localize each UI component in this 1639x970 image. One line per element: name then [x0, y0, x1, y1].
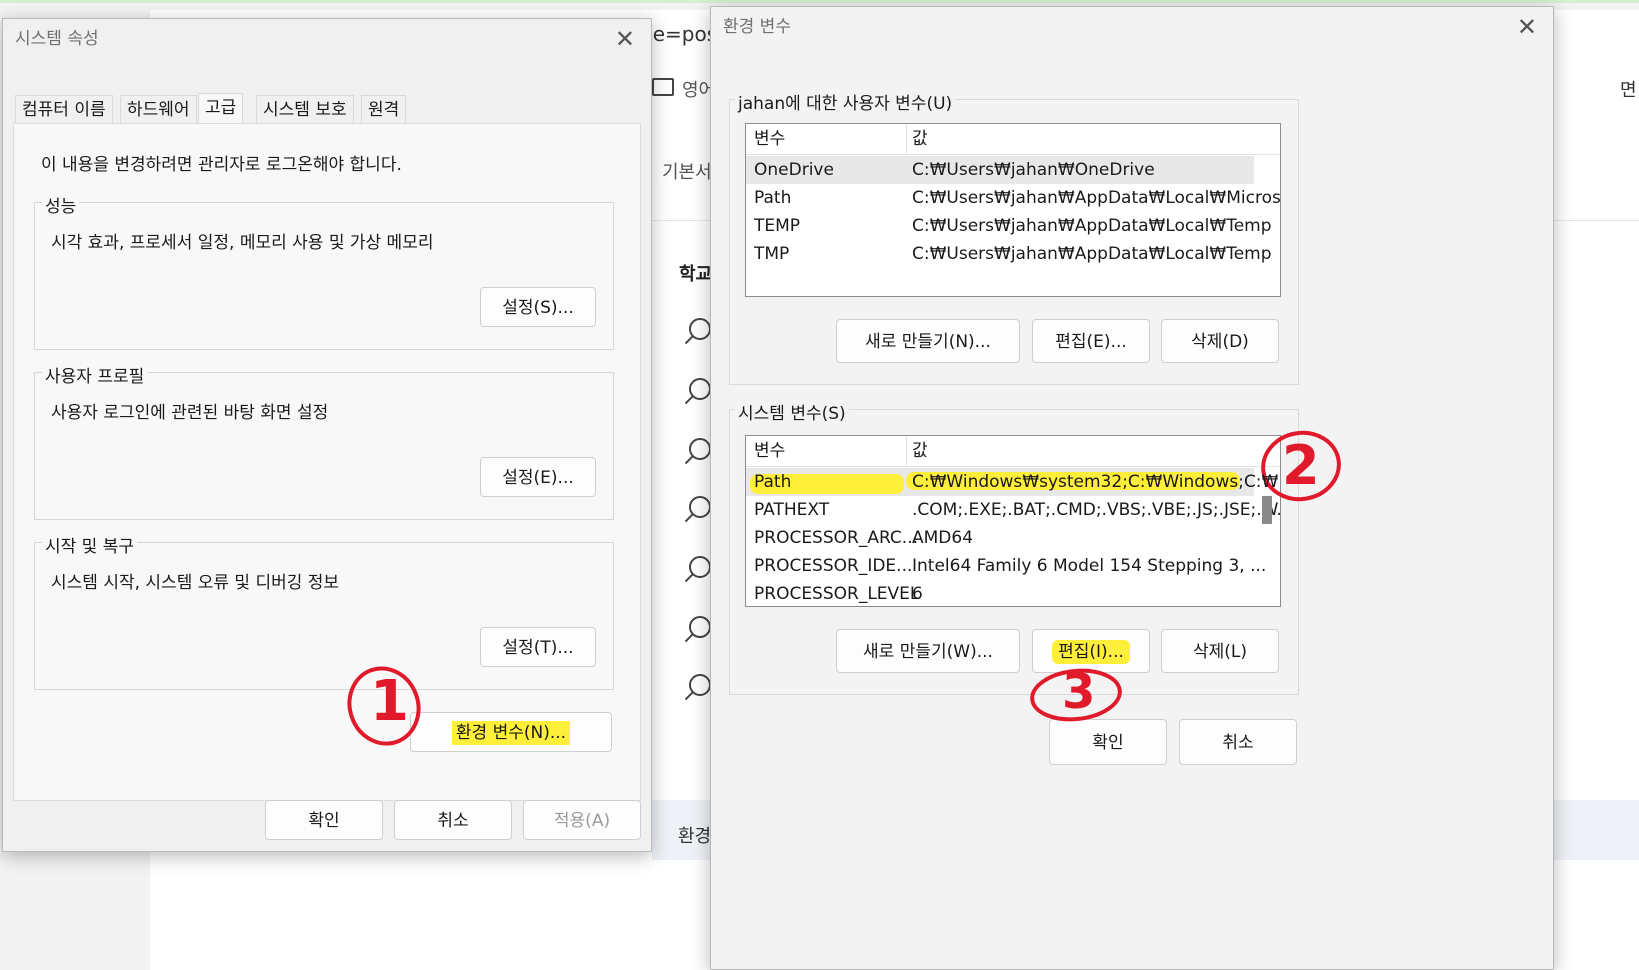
- row-variable: PROCESSOR_LEVEL: [754, 584, 920, 604]
- tab-hardware[interactable]: 하드웨어: [120, 95, 197, 124]
- admin-notice: 이 내용을 변경하려면 관리자로 로그온해야 합니다.: [41, 155, 402, 175]
- column-value[interactable]: 값: [912, 124, 928, 154]
- search-icon[interactable]: [689, 496, 711, 518]
- tab-computer-name[interactable]: 컴퓨터 이름: [15, 95, 113, 124]
- startup-recovery-settings-button[interactable]: 설정(T)...: [480, 627, 596, 667]
- background-row-school: 학교: [679, 264, 713, 285]
- tab-remote[interactable]: 원격: [361, 95, 407, 124]
- user-profiles-settings-button[interactable]: 설정(E)...: [480, 457, 596, 497]
- environment-variables-button[interactable]: 환경 변수(N)...: [410, 712, 612, 752]
- search-icon[interactable]: [689, 438, 711, 460]
- column-value[interactable]: 값: [912, 436, 928, 466]
- tab-system-protection[interactable]: 시스템 보호: [256, 95, 354, 124]
- row-variable: Path: [754, 472, 792, 492]
- table-row[interactable]: Path C:₩Users₩jahan₩AppData₩Local₩Micros…: [746, 184, 1280, 212]
- search-icon[interactable]: [689, 616, 711, 638]
- user-delete-button[interactable]: 삭제(D): [1161, 319, 1279, 363]
- row-variable: Path: [754, 188, 792, 208]
- dialog-title: 시스템 속성: [15, 29, 99, 49]
- system-edit-label: 편집(I)...: [1052, 640, 1130, 664]
- system-properties-dialog: 시스템 속성 ✕ 컴퓨터 이름 하드웨어 고급 시스템 보호 원격 이 내용을 …: [2, 18, 652, 852]
- close-icon[interactable]: ✕: [1517, 13, 1537, 41]
- table-row[interactable]: TMP C:₩Users₩jahan₩AppData₩Local₩Temp: [746, 240, 1272, 268]
- row-value: AMD64: [912, 528, 974, 548]
- close-icon[interactable]: ✕: [615, 25, 635, 53]
- cancel-button[interactable]: 취소: [1179, 719, 1297, 765]
- advanced-tab-pane: 이 내용을 변경하려면 관리자로 로그온해야 합니다. 성능 시각 효과, 프로…: [13, 123, 641, 801]
- user-profiles-label: 사용자 프로필: [42, 362, 148, 387]
- row-value: C:₩Users₩jahan₩AppData₩Local₩Temp: [912, 216, 1272, 236]
- background-bottom-text: 환경: [678, 826, 712, 847]
- user-edit-button[interactable]: 편집(E)...: [1032, 319, 1150, 363]
- search-icon[interactable]: [689, 318, 711, 340]
- ok-button[interactable]: 확인: [265, 800, 383, 840]
- row-value: C:₩Users₩jahan₩AppData₩Local₩Micros...: [912, 188, 1281, 208]
- row-value: Intel64 Family 6 Model 154 Stepping 3, .…: [912, 556, 1267, 576]
- search-icon[interactable]: [689, 378, 711, 400]
- search-icon[interactable]: [689, 674, 711, 696]
- table-row[interactable]: OneDrive C:₩Users₩jahan₩OneDrive: [746, 156, 1254, 184]
- performance-label: 성능: [42, 192, 80, 217]
- system-variables-label: 시스템 변수(S): [735, 399, 849, 424]
- row-variable: PROCESSOR_ARC...: [754, 528, 919, 548]
- table-row[interactable]: PROCESSOR_IDE... Intel64 Family 6 Model …: [746, 552, 1266, 580]
- performance-desc: 시각 효과, 프로세서 일정, 메모리 사용 및 가상 메모리: [51, 233, 434, 253]
- row-value: C:₩Windows₩system32;C:₩Windows;C:₩...: [912, 472, 1281, 492]
- startup-recovery-desc: 시스템 시작, 시스템 오류 및 디버깅 정보: [51, 573, 340, 593]
- apply-button[interactable]: 적용(A): [523, 800, 641, 840]
- row-variable: TEMP: [754, 216, 801, 236]
- search-icon[interactable]: [689, 556, 711, 578]
- column-variable[interactable]: 변수: [754, 436, 785, 466]
- user-profiles-desc: 사용자 로그인에 관련된 바탕 화면 설정: [51, 403, 329, 423]
- user-variables-list[interactable]: 변수 값 OneDrive C:₩Users₩jahan₩OneDrive Pa…: [745, 123, 1281, 297]
- row-variable: OneDrive: [754, 160, 834, 180]
- background-row-basic: 기본서: [662, 162, 712, 183]
- startup-recovery-label: 시작 및 복구: [42, 532, 138, 557]
- system-delete-button[interactable]: 삭제(L): [1161, 629, 1279, 673]
- table-row[interactable]: PROCESSOR_ARC... AMD64: [746, 524, 1254, 552]
- table-row[interactable]: PROCESSOR_LEVEL 6: [746, 580, 1254, 606]
- background-top-accent: [0, 0, 1639, 3]
- table-row[interactable]: PATHEXT .COM;.EXE;.BAT;.CMD;.VBS;.VBE;.J…: [746, 496, 1280, 524]
- background-right-edge-text: 면: [1620, 80, 1637, 101]
- tab-advanced[interactable]: 고급: [198, 93, 244, 124]
- annotation-number-1: 1: [370, 669, 409, 734]
- table-row[interactable]: TEMP C:₩Users₩jahan₩AppData₩Local₩Temp: [746, 212, 1272, 240]
- folder-icon: [652, 78, 674, 96]
- row-value: .COM;.EXE;.BAT;.CMD;.VBS;.VBE;.JS;.JSE;.…: [912, 500, 1281, 520]
- row-variable: PROCESSOR_IDE...: [754, 556, 913, 576]
- column-variable[interactable]: 변수: [754, 124, 785, 154]
- row-variable: PATHEXT: [754, 500, 830, 520]
- environment-variables-dialog: 환경 변수 ✕ jahan에 대한 사용자 변수(U) 변수 값 OneDriv…: [710, 6, 1554, 970]
- row-value: C:₩Users₩jahan₩AppData₩Local₩Temp: [912, 244, 1272, 264]
- cancel-button[interactable]: 취소: [394, 800, 512, 840]
- row-value: 6: [912, 584, 923, 604]
- system-variables-list[interactable]: 변수 값 Path C:₩Windows₩system32;C:₩Windows…: [745, 435, 1281, 607]
- performance-settings-button[interactable]: 설정(S)...: [480, 287, 596, 327]
- user-variables-label: jahan에 대한 사용자 변수(U): [735, 89, 956, 114]
- system-new-button[interactable]: 새로 만들기(W)...: [836, 629, 1020, 673]
- user-new-button[interactable]: 새로 만들기(N)...: [836, 319, 1020, 363]
- list-header: 변수 값: [746, 436, 1280, 467]
- row-value: C:₩Users₩jahan₩OneDrive: [912, 160, 1155, 180]
- annotation-number-2: 2: [1282, 434, 1320, 497]
- list-header: 변수 값: [746, 124, 1280, 155]
- env-button-label: 환경 변수(N)...: [451, 721, 571, 745]
- table-row-path-selected[interactable]: Path C:₩Windows₩system32;C:₩Windows;C:₩.…: [746, 468, 1280, 496]
- dialog-title: 환경 변수: [723, 17, 791, 37]
- annotation-number-3: 3: [1062, 664, 1096, 720]
- row-variable: TMP: [754, 244, 790, 264]
